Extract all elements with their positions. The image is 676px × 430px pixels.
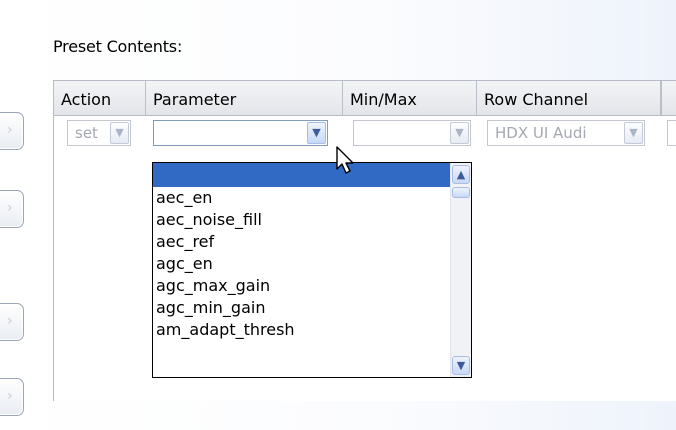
column-header-action[interactable]: Action xyxy=(54,81,146,115)
column-header-more[interactable] xyxy=(661,81,676,115)
next-combo[interactable] xyxy=(667,120,676,146)
dropdown-item[interactable]: agc_max_gain xyxy=(153,275,451,297)
chevron-down-icon[interactable]: ▼ xyxy=(452,356,470,375)
dropdown-item[interactable]: aec_noise_fill xyxy=(153,209,451,231)
dropdown-items: aec_en aec_noise_fill aec_ref agc_en agc… xyxy=(153,163,451,341)
dropdown-item[interactable]: aec_ref xyxy=(153,231,451,253)
column-header-parameter[interactable]: Parameter xyxy=(146,81,343,115)
dropdown-item[interactable]: agc_en xyxy=(153,253,451,275)
side-button-glyph: › xyxy=(7,313,13,329)
scrollbar-thumb[interactable] xyxy=(452,187,470,198)
parameter-dropdown-list[interactable]: aec_en aec_noise_fill aec_ref agc_en agc… xyxy=(152,162,472,378)
minmax-combo[interactable]: ▼ xyxy=(353,120,471,146)
chevron-down-icon[interactable]: ▼ xyxy=(450,122,469,144)
dropdown-item-selected[interactable] xyxy=(153,163,451,187)
side-button-glyph: › xyxy=(7,200,13,216)
dropdown-item[interactable]: aec_en xyxy=(153,187,451,209)
dropdown-item[interactable]: am_adapt_thresh xyxy=(153,319,451,341)
action-combo-value: set xyxy=(75,124,98,142)
side-button-glyph: › xyxy=(7,388,13,404)
table-row: set ▼ ▼ ▼ HDX UI Audi ▼ xyxy=(54,116,676,148)
mouse-pointer-icon xyxy=(336,146,354,174)
side-button-3[interactable]: › xyxy=(0,303,24,341)
chevron-down-icon[interactable]: ▼ xyxy=(307,122,326,144)
chevron-up-icon[interactable]: ▲ xyxy=(452,165,470,184)
column-header-row-channel[interactable]: Row Channel xyxy=(477,81,661,115)
side-button-1[interactable]: › xyxy=(0,112,24,150)
grid-header: Action Parameter Min/Max Row Channel xyxy=(54,81,676,116)
parameter-combo[interactable]: ▼ xyxy=(153,120,328,146)
action-combo[interactable]: set ▼ xyxy=(67,120,131,146)
side-button-4[interactable]: › xyxy=(0,378,24,416)
row-channel-combo-value: HDX UI Audi xyxy=(495,124,587,142)
chevron-down-icon[interactable]: ▼ xyxy=(624,122,643,144)
dropdown-scrollbar[interactable]: ▲ ▼ xyxy=(450,163,471,377)
row-channel-combo[interactable]: HDX UI Audi ▼ xyxy=(487,120,645,146)
column-header-minmax[interactable]: Min/Max xyxy=(343,81,477,115)
side-button-glyph: › xyxy=(7,122,13,138)
side-button-2[interactable]: › xyxy=(0,190,24,228)
dropdown-item[interactable]: agc_min_gain xyxy=(153,297,451,319)
section-title: Preset Contents: xyxy=(53,37,183,56)
chevron-down-icon[interactable]: ▼ xyxy=(110,122,129,144)
